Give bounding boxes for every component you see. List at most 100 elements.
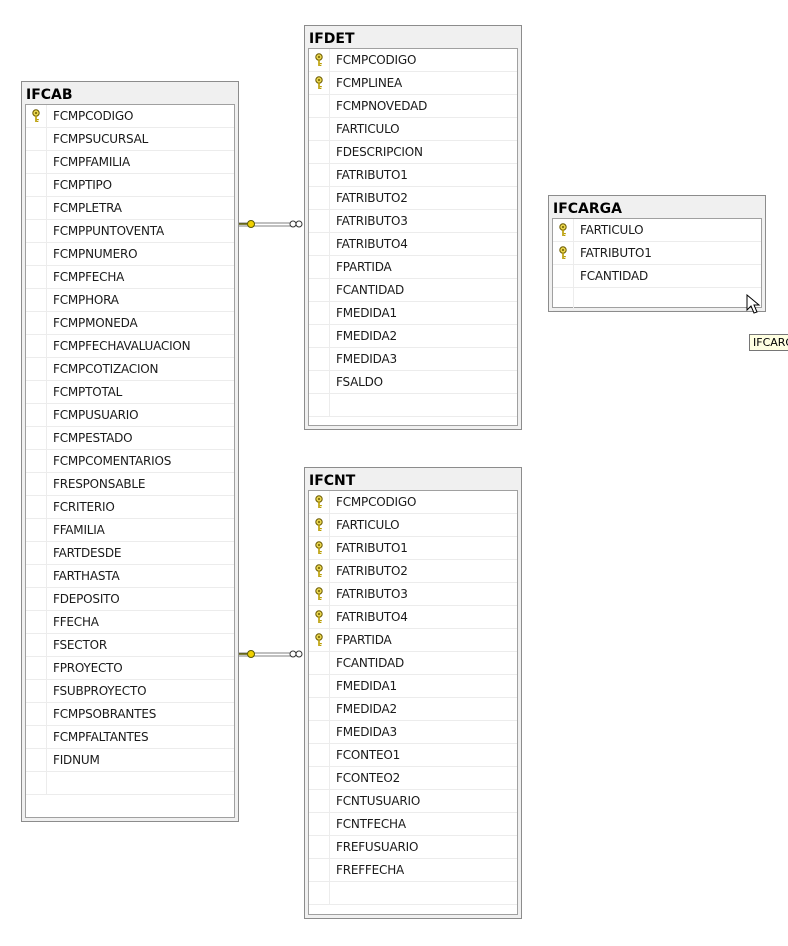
column-row[interactable]: FCANTIDAD	[553, 265, 761, 288]
column-name: FCMPUSUARIO	[53, 408, 139, 422]
column-row[interactable]: FARTDESDE	[26, 542, 234, 565]
column-row[interactable]: FCMPUSUARIO	[26, 404, 234, 427]
new-column-row[interactable]	[309, 882, 517, 905]
column-row[interactable]: FARTICULO	[309, 118, 517, 141]
column-row[interactable]: FIDNUM	[26, 749, 234, 772]
row-selector	[309, 256, 330, 278]
table-ifdet[interactable]: IFDET FCMPCODIGO FCMPLINEA FCMPNOVEDAD FART…	[304, 25, 522, 430]
column-row[interactable]: FATRIBUTO4	[309, 233, 517, 256]
column-row[interactable]: FCNTFECHA	[309, 813, 517, 836]
column-row[interactable]: FPARTIDA	[309, 256, 517, 279]
column-row[interactable]: FMEDIDA1	[309, 675, 517, 698]
column-name: FMEDIDA3	[336, 352, 397, 366]
column-row[interactable]: FSUBPROYECTO	[26, 680, 234, 703]
column-row[interactable]: FSALDO	[309, 371, 517, 394]
column-row[interactable]: FCMPCODIGO	[309, 49, 517, 72]
table-ifcab[interactable]: IFCAB FCMPCODIGO FCMPSUCURSAL FCMPFAMILIA F…	[21, 81, 239, 822]
column-row[interactable]: FCONTEO1	[309, 744, 517, 767]
column-row[interactable]: FCMPPUNTOVENTA	[26, 220, 234, 243]
column-row[interactable]: FMEDIDA1	[309, 302, 517, 325]
column-row[interactable]: FCMPNUMERO	[26, 243, 234, 266]
column-row[interactable]: FCMPCODIGO	[309, 491, 517, 514]
column-row[interactable]: FARTICULO	[553, 219, 761, 242]
column-row[interactable]: FSECTOR	[26, 634, 234, 657]
column-row[interactable]: FCMPNOVEDAD	[309, 95, 517, 118]
column-name: FCMPPUNTOVENTA	[53, 224, 165, 238]
column-row[interactable]: FATRIBUTO2	[309, 560, 517, 583]
column-row[interactable]: FATRIBUTO1	[553, 242, 761, 265]
column-row[interactable]: FCMPMONEDA	[26, 312, 234, 335]
column-row[interactable]: FCMPHORA	[26, 289, 234, 312]
table-title[interactable]: IFCAB	[26, 84, 73, 104]
column-row[interactable]: FATRIBUTO4	[309, 606, 517, 629]
relationship-ifcab-ifcnt[interactable]	[238, 650, 303, 658]
column-row[interactable]: FMEDIDA2	[309, 325, 517, 348]
column-row[interactable]: FARTHASTA	[26, 565, 234, 588]
column-row[interactable]: FCMPSOBRANTES	[26, 703, 234, 726]
column-name: FPARTIDA	[336, 633, 392, 647]
infinity-end-icon	[289, 220, 303, 228]
column-name: FCMPMONEDA	[53, 316, 138, 330]
column-row[interactable]: FCRITERIO	[26, 496, 234, 519]
column-row[interactable]: FMEDIDA3	[309, 721, 517, 744]
column-row[interactable]: FARTICULO	[309, 514, 517, 537]
row-selector	[309, 744, 330, 766]
row-selector	[26, 542, 47, 564]
column-row[interactable]: FCANTIDAD	[309, 279, 517, 302]
column-row[interactable]: FMEDIDA2	[309, 698, 517, 721]
new-column-row[interactable]	[309, 394, 517, 417]
new-column-row[interactable]	[26, 772, 234, 795]
relationship-ifcab-ifdet[interactable]	[238, 220, 303, 228]
row-selector	[309, 721, 330, 743]
column-row[interactable]: FCNTUSUARIO	[309, 790, 517, 813]
column-row[interactable]: FATRIBUTO3	[309, 583, 517, 606]
column-name: FPARTIDA	[336, 260, 392, 274]
column-row[interactable]: FCMPTIPO	[26, 174, 234, 197]
column-row[interactable]: FCONTEO2	[309, 767, 517, 790]
tooltip: IFCARGA	[749, 334, 788, 351]
column-row[interactable]: FCMPFAMILIA	[26, 151, 234, 174]
column-row[interactable]: FCMPCODIGO	[26, 105, 234, 128]
column-row[interactable]: FCMPSUCURSAL	[26, 128, 234, 151]
column-row[interactable]: FDESCRIPCION	[309, 141, 517, 164]
column-row[interactable]: FCMPFECHAVALUACION	[26, 335, 234, 358]
column-row[interactable]: FATRIBUTO3	[309, 210, 517, 233]
column-row[interactable]: FCANTIDAD	[309, 652, 517, 675]
table-ifcarga[interactable]: IFCARGA FARTICULO FATRIBUTO1 FCANTIDAD	[548, 195, 766, 312]
column-row[interactable]: FFECHA	[26, 611, 234, 634]
table-title[interactable]: IFDET	[309, 28, 355, 48]
row-selector	[553, 242, 574, 264]
column-row[interactable]: FATRIBUTO1	[309, 164, 517, 187]
column-name: FSUBPROYECTO	[53, 684, 147, 698]
column-name: FMEDIDA1	[336, 679, 397, 693]
column-row[interactable]: FCMPLETRA	[26, 197, 234, 220]
column-name: FMEDIDA2	[336, 329, 397, 343]
column-row[interactable]: FCMPCOMENTARIOS	[26, 450, 234, 473]
column-name: FARTICULO	[336, 518, 400, 532]
column-row[interactable]: FATRIBUTO2	[309, 187, 517, 210]
column-row[interactable]: FREFFECHA	[309, 859, 517, 882]
column-row[interactable]: FPARTIDA	[309, 629, 517, 652]
row-selector	[309, 560, 330, 582]
row-selector	[26, 220, 47, 242]
column-row[interactable]: FCMPCOTIZACION	[26, 358, 234, 381]
column-name: FCMPCOMENTARIOS	[53, 454, 172, 468]
column-row[interactable]: FRESPONSABLE	[26, 473, 234, 496]
column-row[interactable]: FREFUSUARIO	[309, 836, 517, 859]
column-row[interactable]: FPROYECTO	[26, 657, 234, 680]
column-row[interactable]: FCMPLINEA	[309, 72, 517, 95]
column-row[interactable]: FMEDIDA3	[309, 348, 517, 371]
column-row[interactable]: FCMPESTADO	[26, 427, 234, 450]
new-column-row[interactable]	[553, 288, 761, 311]
column-row[interactable]: FCMPFECHA	[26, 266, 234, 289]
column-name: FCMPLETRA	[53, 201, 122, 215]
column-row[interactable]: FCMPTOTAL	[26, 381, 234, 404]
column-name: FCANTIDAD	[336, 656, 405, 670]
column-row[interactable]: FATRIBUTO1	[309, 537, 517, 560]
table-ifcnt[interactable]: IFCNT FCMPCODIGO FARTICULO FATRIBUTO1 FATRI…	[304, 467, 522, 919]
table-title[interactable]: IFCNT	[309, 470, 355, 490]
column-row[interactable]: FCMPFALTANTES	[26, 726, 234, 749]
column-row[interactable]: FDEPOSITO	[26, 588, 234, 611]
column-row[interactable]: FFAMILIA	[26, 519, 234, 542]
table-title[interactable]: IFCARGA	[553, 198, 622, 218]
